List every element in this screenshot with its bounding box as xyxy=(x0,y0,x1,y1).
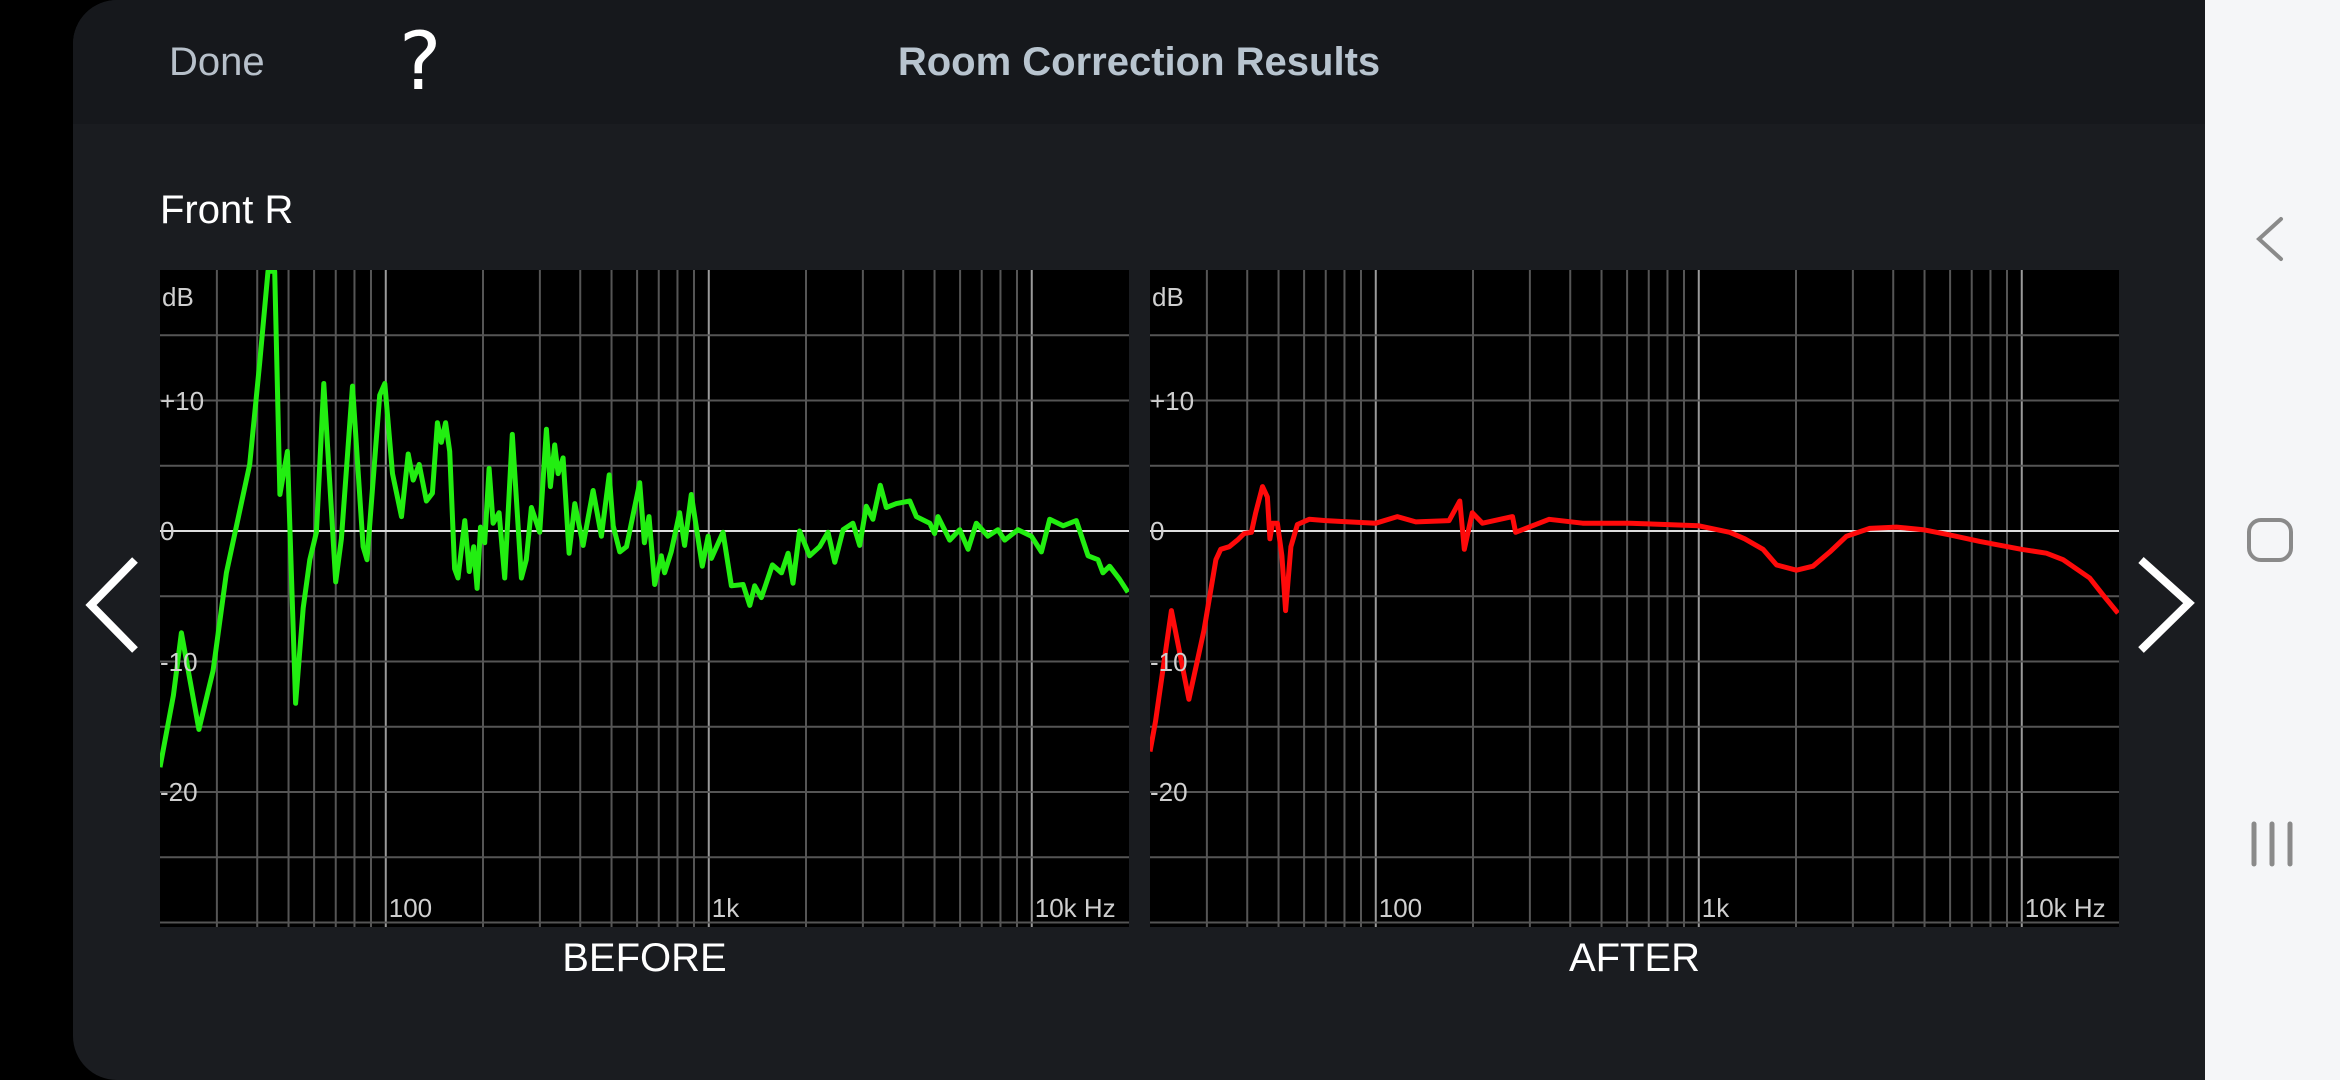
before-chart-plot xyxy=(160,270,1129,927)
x-tick-label: 10k Hz xyxy=(2024,893,2106,923)
x-tick-label: 1k xyxy=(711,893,740,923)
after-label: AFTER xyxy=(1568,936,1701,980)
room-correction-dialog: Done ? Room Correction Results Front R d… xyxy=(73,0,2205,1080)
recents-icon[interactable] xyxy=(2250,820,2294,868)
home-icon[interactable] xyxy=(2246,517,2296,565)
page-title: Room Correction Results xyxy=(897,40,1381,84)
after-chart-plot xyxy=(1150,270,2119,927)
before-label: BEFORE xyxy=(562,936,727,980)
channel-name: Front R xyxy=(160,188,294,232)
y-axis-label: dB xyxy=(1152,282,1184,312)
x-tick-label: 10k Hz xyxy=(1034,893,1116,923)
after-chart: dB +10 0 -10 -20 100 1k 10k Hz xyxy=(1150,270,2119,927)
y-tick-label: 0 xyxy=(160,516,175,546)
before-chart: dB +10 0 -10 -20 100 1k 10k Hz xyxy=(160,270,1129,927)
before-response-curve xyxy=(160,270,1129,768)
y-tick-label: 0 xyxy=(1150,516,1165,546)
y-tick-label: -20 xyxy=(1150,777,1188,807)
back-icon[interactable] xyxy=(2255,215,2287,265)
x-tick-label: 1k xyxy=(1701,893,1730,923)
after-response-curve xyxy=(1150,484,2119,752)
header: Done ? Room Correction Results xyxy=(73,0,2205,124)
x-tick-label: 100 xyxy=(1378,893,1423,923)
y-tick-label: +10 xyxy=(1150,385,1195,416)
system-navigation-bar xyxy=(2205,0,2340,1080)
y-tick-label: -10 xyxy=(160,646,198,677)
y-tick-label: -20 xyxy=(160,777,198,807)
chevron-left-icon[interactable] xyxy=(83,555,143,655)
y-tick-label: -10 xyxy=(1150,646,1188,677)
y-tick-label: +10 xyxy=(160,385,205,416)
y-axis-label: dB xyxy=(162,282,194,312)
chevron-right-icon[interactable] xyxy=(2135,555,2199,655)
x-tick-label: 100 xyxy=(388,893,433,923)
